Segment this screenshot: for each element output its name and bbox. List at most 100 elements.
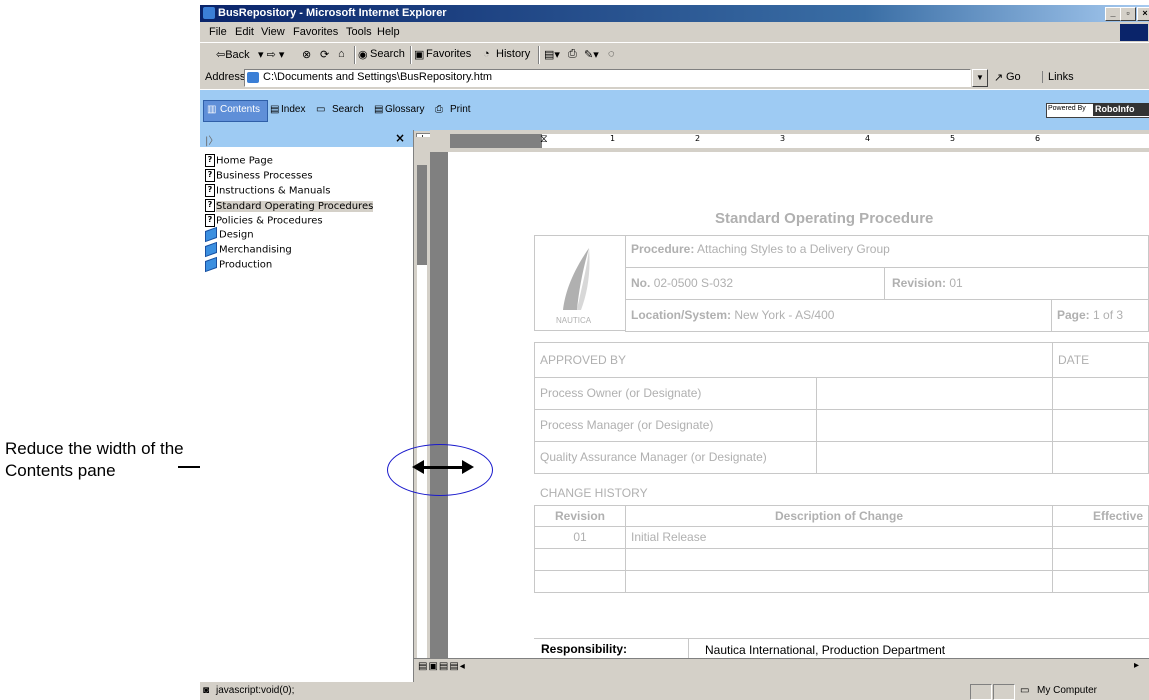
tab-print[interactable]: Print: [450, 104, 471, 115]
revision-cell: Revision: 01: [884, 267, 1149, 300]
date-cell: [1052, 441, 1149, 474]
number-value: 02-0500 S-032: [653, 276, 734, 290]
tree-item-production[interactable]: Production: [205, 256, 272, 274]
discuss-icon[interactable]: ◌: [608, 48, 615, 60]
ruler-mark: 6: [1035, 134, 1041, 143]
view-buttons-icon[interactable]: ▤▣▤▤◂: [418, 661, 466, 672]
date-header: DATE: [1052, 342, 1149, 378]
history-empty-cell: [534, 570, 626, 593]
status-page-icon: ◙: [203, 685, 210, 696]
tree-item-instructions-manuals[interactable]: ? Instructions & Manuals: [205, 184, 330, 199]
procedure-label: Procedure:: [631, 242, 695, 256]
indent-marker-icon[interactable]: ⧖: [540, 132, 548, 146]
tree-item-home-page[interactable]: ? Home Page: [205, 154, 273, 169]
approver-row: Process Owner (or Designate): [534, 377, 817, 410]
help-topic-icon: ?: [205, 184, 215, 197]
menu-view[interactable]: View: [261, 26, 285, 38]
tab-contents[interactable]: Contents: [220, 104, 260, 115]
resize-arrow-shaft: [418, 466, 466, 469]
ie-window: BusRepository - Microsoft Internet Explo…: [200, 5, 1149, 700]
history-icon: ◔: [483, 48, 490, 60]
status-text: javascript:void(0);: [216, 685, 295, 696]
tree-item-policies-procedures[interactable]: ? Policies & Procedures: [205, 214, 323, 229]
annotation-text: Reduce the width of the Contents pane: [5, 439, 184, 480]
close-button[interactable]: ×: [1137, 7, 1149, 21]
title-bar: BusRepository - Microsoft Internet Explo…: [200, 5, 1149, 22]
location-label: Location/System:: [631, 308, 732, 322]
document-page: Standard Operating Procedure NAUTICA Pro…: [448, 152, 1149, 658]
tab-glossary[interactable]: Glossary: [385, 104, 424, 115]
address-value: C:\Documents and Settings\BusRepository.…: [263, 71, 493, 83]
address-dropdown-button[interactable]: ▼: [972, 69, 988, 87]
history-description-cell: Initial Release: [625, 526, 1053, 549]
page-cell: Page: 1 of 3: [1051, 299, 1149, 332]
window-title: BusRepository - Microsoft Internet Explo…: [218, 7, 447, 19]
history-empty-cell: [625, 570, 1053, 593]
go-button[interactable]: Go: [1006, 71, 1021, 83]
search-globe-icon: ◉: [358, 49, 368, 61]
date-cell: [1052, 377, 1149, 410]
favorites-button[interactable]: Favorites: [426, 48, 471, 60]
home-icon[interactable]: ⌂: [338, 48, 345, 60]
change-history-heading: CHANGE HISTORY: [540, 486, 648, 500]
menu-file[interactable]: File: [209, 26, 227, 38]
menu-help[interactable]: Help: [377, 26, 400, 38]
col-description-header: Description of Change: [625, 505, 1053, 527]
book-icon: [205, 226, 217, 243]
annotation-circle: [387, 444, 493, 496]
print-icon[interactable]: ⎙: [568, 48, 577, 61]
roboinfo-badge[interactable]: Powered By RoboInfo: [1046, 103, 1149, 118]
tree-item-label: Design: [219, 229, 254, 241]
tree-item-design[interactable]: Design: [205, 226, 254, 244]
document-margin: [430, 152, 448, 658]
links-button[interactable]: Links: [1042, 71, 1074, 83]
tree-item-label: Merchandising: [219, 244, 292, 256]
tree-item-label: Business Processes: [216, 170, 313, 182]
approver-row: Process Manager (or Designate): [534, 409, 817, 442]
refresh-icon[interactable]: ⟳: [320, 48, 329, 61]
sync-icon[interactable]: |〉: [205, 132, 218, 147]
favorites-icon: ▣: [414, 49, 425, 61]
search-button[interactable]: Search: [370, 48, 405, 60]
computer-icon: ▭: [1020, 685, 1030, 696]
menu-tools[interactable]: Tools: [346, 26, 372, 38]
scroll-right-icon[interactable]: ▸: [1134, 660, 1139, 671]
history-button[interactable]: History: [496, 48, 530, 60]
help-topic-icon: ?: [205, 154, 215, 167]
address-input[interactable]: C:\Documents and Settings\BusRepository.…: [244, 69, 971, 87]
location-cell: Location/System: New York - AS/400: [625, 299, 1052, 332]
minimize-button[interactable]: _: [1105, 7, 1121, 21]
logo-text: NAUTICA: [556, 316, 592, 325]
edit-icon[interactable]: ✎▾: [584, 48, 599, 61]
approver-row: Quality Assurance Manager (or Designate): [534, 441, 817, 474]
tab-search[interactable]: Search: [332, 104, 364, 115]
menu-favorites[interactable]: Favorites: [293, 26, 338, 38]
mail-icon[interactable]: ▤▾: [544, 48, 560, 61]
tree-item-label: Standard Operating Procedures: [216, 200, 374, 212]
vertical-ruler: [414, 137, 430, 682]
stop-icon[interactable]: ⊗: [302, 48, 311, 61]
address-bar: Address C:\Documents and Settings\BusRep…: [200, 66, 1149, 89]
back-button[interactable]: ⇦Back: [216, 48, 250, 61]
location-value: New York - AS/400: [734, 308, 835, 322]
responsibility-value: Nautica International, Production Depart…: [705, 643, 946, 657]
tab-index[interactable]: Index: [281, 104, 305, 115]
windows-logo-icon: [1120, 24, 1148, 41]
signature-cell: [816, 409, 1053, 442]
tree-item-merchandising[interactable]: Merchandising: [205, 241, 292, 259]
page-icon: [247, 72, 259, 83]
ie-icon: [203, 7, 215, 19]
maximize-button[interactable]: ▫: [1120, 7, 1136, 21]
index-icon: ▤: [270, 104, 280, 115]
status-bar: ◙ javascript:void(0); ▭ My Computer: [200, 683, 1149, 700]
menu-edit[interactable]: Edit: [235, 26, 254, 38]
tree-item-label: Home Page: [216, 155, 273, 167]
powered-by-label: Powered By: [1048, 105, 1086, 112]
number-cell: No. 02-0500 S-032: [625, 267, 885, 300]
resize-arrow-right-icon: [462, 460, 474, 474]
pane-close-icon[interactable]: ×: [395, 131, 405, 145]
back-dropdown-icon[interactable]: ▾ ⇨ ▾: [258, 48, 284, 61]
tree-item-standard-operating-procedures[interactable]: ? Standard Operating Procedures: [205, 199, 374, 214]
tree-item-business-processes[interactable]: ? Business Processes: [205, 169, 313, 184]
go-arrow-icon[interactable]: ↗: [994, 71, 1003, 84]
